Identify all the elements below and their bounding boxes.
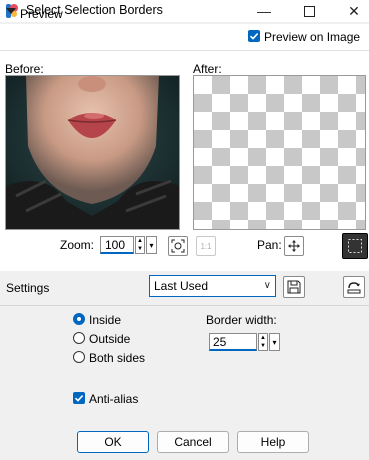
divider [0,305,369,306]
preview-on-image-label[interactable]: Preview on Image [264,30,360,44]
save-preset-icon[interactable] [283,276,305,298]
both-sides-label[interactable]: Both sides [89,351,145,365]
zoom-input[interactable]: 100 [100,236,134,254]
settings-preset-value: Last Used [154,279,209,293]
zoom-spinner[interactable]: ▲ ▼ [135,236,145,254]
navigator-overview-icon[interactable] [342,233,368,259]
before-preview-image[interactable] [5,75,180,230]
outside-label[interactable]: Outside [89,332,130,346]
border-width-label: Border width: [206,313,277,327]
ok-button[interactable]: OK [77,431,149,453]
inside-radio[interactable] [73,313,85,325]
after-label: After: [193,62,222,76]
border-width-dropdown-icon[interactable]: ▾ [269,333,280,351]
zoom-to-fit-button[interactable] [168,236,188,256]
zoom-100-button[interactable]: 1:1 [196,236,216,256]
inside-label[interactable]: Inside [89,313,121,327]
help-button[interactable]: Help [237,431,309,453]
pan-label: Pan: [257,238,282,252]
zoom-dropdown-icon[interactable]: ▾ [146,236,157,254]
after-preview-transparent[interactable] [193,75,366,230]
chevron-down-icon: ∨ [263,280,271,291]
border-width-spinner[interactable]: ▲ ▼ [258,333,268,351]
border-width-input[interactable]: 25 [209,333,257,351]
zoom-label: Zoom: [60,238,95,252]
pan-move-icon[interactable] [284,236,304,256]
anti-alias-label[interactable]: Anti-alias [89,392,138,406]
collapse-caret-icon[interactable] [6,8,16,14]
anti-alias-checkbox[interactable] [73,392,85,404]
maximize-icon[interactable] [294,0,324,22]
before-label: Before: [5,62,44,76]
preview-section-label: Preview [20,7,63,21]
cancel-button[interactable]: Cancel [157,431,229,453]
outside-radio[interactable] [73,332,85,344]
minimize-icon[interactable]: — [249,0,279,22]
preview-on-image-checkbox[interactable] [248,30,260,42]
both-sides-radio[interactable] [73,351,85,363]
close-icon[interactable]: ✕ [339,0,369,22]
settings-preset-dropdown[interactable]: Last Used ∨ [149,275,276,297]
settings-label: Settings [6,281,50,295]
reset-defaults-icon[interactable] [343,276,365,298]
